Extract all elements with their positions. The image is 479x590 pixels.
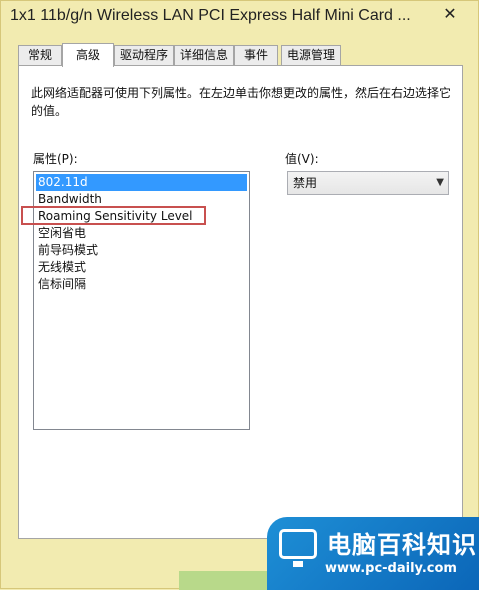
property-item-80211d[interactable]: 802.11d bbox=[36, 174, 247, 191]
watermark-brand: 电脑百科知识 bbox=[327, 531, 477, 559]
property-item-preamble-mode[interactable]: 前导码模式 bbox=[36, 242, 98, 259]
close-button[interactable]: ✕ bbox=[428, 2, 472, 26]
property-item-idle-power-save[interactable]: 空闲省电 bbox=[36, 225, 86, 242]
property-label: 属性(P): bbox=[33, 152, 78, 166]
property-item-roaming-sensitivity[interactable]: Roaming Sensitivity Level bbox=[36, 208, 193, 225]
window-title: 1x1 11b/g/n Wireless LAN PCI Express Hal… bbox=[10, 7, 411, 24]
tab-advanced[interactable]: 高级 bbox=[62, 43, 114, 67]
property-item-beacon-interval[interactable]: 信标间隔 bbox=[36, 276, 86, 293]
property-item-bandwidth[interactable]: Bandwidth bbox=[36, 191, 102, 208]
watermark-logo: 电脑百科知识 www.pc-daily.com bbox=[267, 517, 479, 590]
advanced-panel: 此网络适配器可使用下列属性。在左边单击你想更改的属性，然后在右边选择它的值。 属… bbox=[18, 65, 463, 539]
property-listbox[interactable]: 802.11d Bandwidth Roaming Sensitivity Le… bbox=[33, 171, 250, 430]
value-label: 值(V): bbox=[285, 152, 319, 166]
tab-events[interactable]: 事件 bbox=[234, 45, 278, 65]
chevron-down-icon: ▼ bbox=[436, 177, 444, 188]
panel-description: 此网络适配器可使用下列属性。在左边单击你想更改的属性，然后在右边选择它的值。 bbox=[31, 86, 452, 118]
tab-driver[interactable]: 驱动程序 bbox=[114, 45, 174, 65]
property-item-wireless-mode[interactable]: 无线模式 bbox=[36, 259, 86, 276]
tab-details[interactable]: 详细信息 bbox=[174, 45, 234, 65]
watermark-url: www.pc-daily.com bbox=[325, 561, 457, 576]
decorative-strip bbox=[179, 571, 271, 590]
tab-power-management[interactable]: 电源管理 bbox=[281, 45, 341, 65]
title-bar: 1x1 11b/g/n Wireless LAN PCI Express Hal… bbox=[1, 1, 478, 35]
properties-window: 1x1 11b/g/n Wireless LAN PCI Express Hal… bbox=[0, 0, 479, 590]
tab-general[interactable]: 常规 bbox=[18, 45, 62, 65]
value-dropdown[interactable]: 禁用 ▼ bbox=[287, 171, 449, 195]
monitor-stand-icon bbox=[293, 561, 303, 567]
value-dropdown-text: 禁用 bbox=[293, 176, 318, 190]
monitor-icon bbox=[279, 529, 317, 559]
